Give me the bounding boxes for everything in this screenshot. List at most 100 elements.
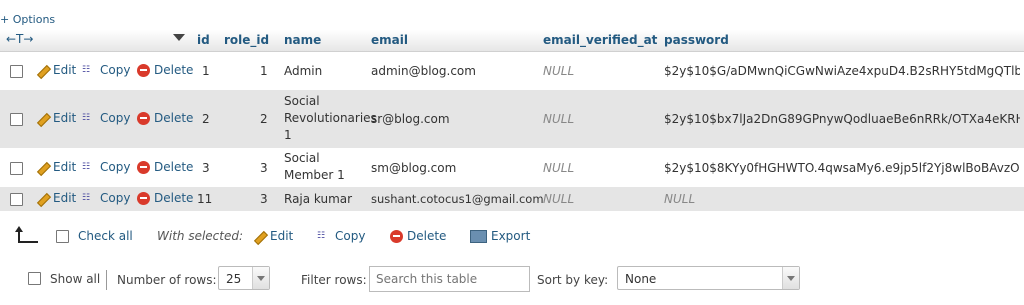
edit-link[interactable]: Edit <box>35 63 76 77</box>
cell-name: Social Revolutionaries 1 <box>284 94 377 142</box>
number-of-rows-value: 25 <box>226 272 242 286</box>
row-checkbox[interactable] <box>10 113 23 126</box>
column-header-id[interactable]: id <box>197 33 210 47</box>
bulk-copy-button[interactable]: ☷ Copy <box>317 229 365 243</box>
edit-link[interactable]: Edit <box>35 160 76 174</box>
edit-link[interactable]: Edit <box>35 191 76 205</box>
chevron-down-icon <box>252 267 269 289</box>
sort-by-key-value: None <box>625 272 657 286</box>
table-header: ←T→ id role_id name email email_verified… <box>0 30 1024 52</box>
table-row: Edit ☷ Copy Delete 2 2 Social Revolutiona… <box>0 90 1024 149</box>
edit-label: Edit <box>53 111 77 125</box>
column-header-email-verified-at[interactable]: email_verified_at <box>543 33 657 47</box>
sort-by-key-select[interactable]: None <box>617 266 800 290</box>
cell-id: 1 <box>202 64 210 78</box>
delete-icon <box>137 111 150 125</box>
navigation-bar: Show all Number of rows: 25 Filter rows:… <box>0 262 1024 298</box>
cell-password: $2y$10$bx7lJa2DnG89GPnywQodluaeBe6nRRk/O… <box>664 112 1020 126</box>
bulk-delete-label: Delete <box>407 229 447 243</box>
copy-label: Copy <box>100 160 131 174</box>
with-selected-label: With selected: <box>157 229 244 243</box>
delete-icon <box>137 63 150 77</box>
cell-email-verified-at: NULL <box>543 64 575 78</box>
bulk-copy-label: Copy <box>335 229 366 243</box>
edit-label: Edit <box>53 63 77 77</box>
table-row: Edit ☷ Copy Delete 3 3 Social Member 1 sm… <box>0 149 1024 187</box>
cell-email: sushant.cotocus1@gmail.com <box>371 192 544 206</box>
copy-label: Copy <box>100 191 131 205</box>
check-all-checkbox[interactable] <box>56 230 69 243</box>
bulk-delete-button[interactable]: Delete <box>390 229 446 243</box>
number-of-rows-label: Number of rows: <box>117 273 217 287</box>
column-arrows-icon[interactable]: ←T→ <box>6 32 33 46</box>
delete-link[interactable]: Delete <box>137 191 193 205</box>
pencil-icon <box>252 229 266 243</box>
cell-email-verified-at: NULL <box>543 112 575 126</box>
delete-label: Delete <box>154 160 194 174</box>
bulk-actions-bar: Check all With selected: Edit ☷ Copy Dele… <box>0 222 1024 252</box>
delete-icon <box>390 229 403 243</box>
cell-email-verified-at: NULL <box>543 161 575 175</box>
pencil-icon <box>35 111 49 125</box>
pencil-icon <box>35 160 49 174</box>
cell-email: sr@blog.com <box>371 112 450 126</box>
delete-icon <box>137 191 150 205</box>
copy-icon: ☷ <box>82 193 91 203</box>
check-all-label[interactable]: Check all <box>78 229 133 243</box>
cell-name: Raja kumar <box>284 192 353 206</box>
table-row: Edit ☷ Copy Delete 1 1 Admin admin@blog.c… <box>0 52 1024 90</box>
cell-role-id: 3 <box>260 192 268 206</box>
delete-label: Delete <box>154 111 194 125</box>
options-link[interactable]: + Options <box>0 13 55 26</box>
column-header-password[interactable]: password <box>664 33 729 47</box>
bulk-export-button[interactable]: Export <box>470 229 530 243</box>
select-arrow-icon <box>14 226 38 243</box>
cell-email: sm@blog.com <box>371 161 457 175</box>
copy-icon: ☷ <box>82 65 91 75</box>
bulk-edit-button[interactable]: Edit <box>252 229 293 243</box>
cell-name: Social Member 1 <box>284 151 345 182</box>
number-of-rows-select[interactable]: 25 <box>218 266 270 290</box>
copy-link[interactable]: ☷ Copy <box>82 160 130 174</box>
delete-link[interactable]: Delete <box>137 63 193 77</box>
row-checkbox[interactable] <box>10 193 23 206</box>
copy-link[interactable]: ☷ Copy <box>82 63 130 77</box>
cell-email-verified-at: NULL <box>543 192 575 206</box>
bulk-export-label: Export <box>491 229 531 243</box>
copy-icon: ☷ <box>82 113 91 123</box>
cell-role-id: 2 <box>260 112 268 126</box>
chevron-down-icon[interactable] <box>173 34 185 41</box>
delete-label: Delete <box>154 191 194 205</box>
table-row: Edit ☷ Copy Delete 11 3 Raja kumar sushan… <box>0 187 1024 212</box>
cell-role-id: 3 <box>260 161 268 175</box>
filter-rows-label: Filter rows: <box>301 273 367 287</box>
copy-link[interactable]: ☷ Copy <box>82 191 130 205</box>
edit-link[interactable]: Edit <box>35 111 76 125</box>
row-checkbox[interactable] <box>10 162 23 175</box>
cell-id: 11 <box>197 192 213 206</box>
delete-icon <box>137 160 150 174</box>
delete-link[interactable]: Delete <box>137 160 193 174</box>
edit-label: Edit <box>53 160 77 174</box>
chevron-down-icon <box>782 267 799 289</box>
copy-link[interactable]: ☷ Copy <box>82 111 130 125</box>
copy-label: Copy <box>100 111 131 125</box>
column-header-name[interactable]: name <box>284 33 321 47</box>
export-icon <box>470 229 487 243</box>
bulk-edit-label: Edit <box>270 229 294 243</box>
edit-label: Edit <box>53 191 77 205</box>
row-checkbox[interactable] <box>10 65 23 78</box>
pencil-icon <box>35 191 49 205</box>
column-header-email[interactable]: email <box>371 33 408 47</box>
filter-rows-input[interactable] <box>369 266 530 292</box>
show-all-label[interactable]: Show all <box>50 272 100 286</box>
cell-password: $2y$10$8KYy0fHGHWTO.4qwsaMy6.e9jp5lf2Yj8… <box>664 161 1020 175</box>
cell-name: Admin <box>284 64 323 78</box>
sort-by-key-label: Sort by key: <box>537 273 609 287</box>
cell-email: admin@blog.com <box>371 64 476 78</box>
column-header-role-id[interactable]: role_id <box>224 33 269 47</box>
pencil-icon <box>35 63 49 77</box>
delete-link[interactable]: Delete <box>137 111 193 125</box>
show-all-checkbox[interactable] <box>28 272 41 285</box>
copy-icon: ☷ <box>82 162 91 172</box>
